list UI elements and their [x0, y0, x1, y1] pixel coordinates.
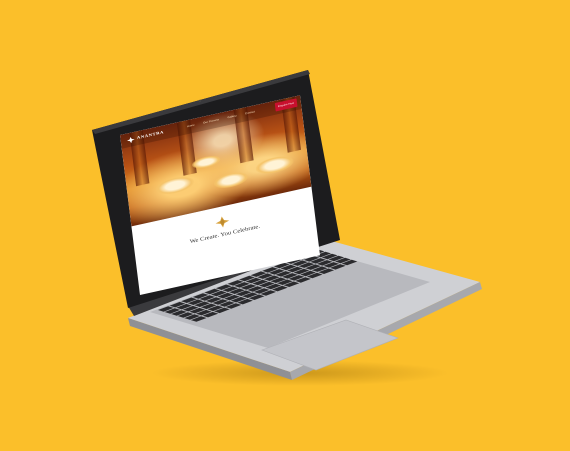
nav-link-contact[interactable]: Contact: [245, 110, 255, 115]
hero-table: [155, 173, 195, 198]
logo-text: ANANTRA: [136, 130, 165, 141]
star-logo-icon: [215, 216, 230, 228]
nav-link-gallery[interactable]: Gallery: [227, 114, 236, 119]
hero-table: [212, 169, 249, 191]
star-logo-icon: [126, 136, 135, 143]
stage: ANANTRA Home Our Process Gallery Contact…: [0, 0, 570, 451]
webcam-icon: [198, 99, 202, 103]
hero-table: [191, 153, 222, 171]
nav-link-our-process[interactable]: Our Process: [203, 118, 219, 125]
nav-link-home[interactable]: Home: [187, 123, 195, 128]
enquire-button[interactable]: Enquire Now: [274, 98, 298, 112]
hero-table: [254, 153, 295, 177]
